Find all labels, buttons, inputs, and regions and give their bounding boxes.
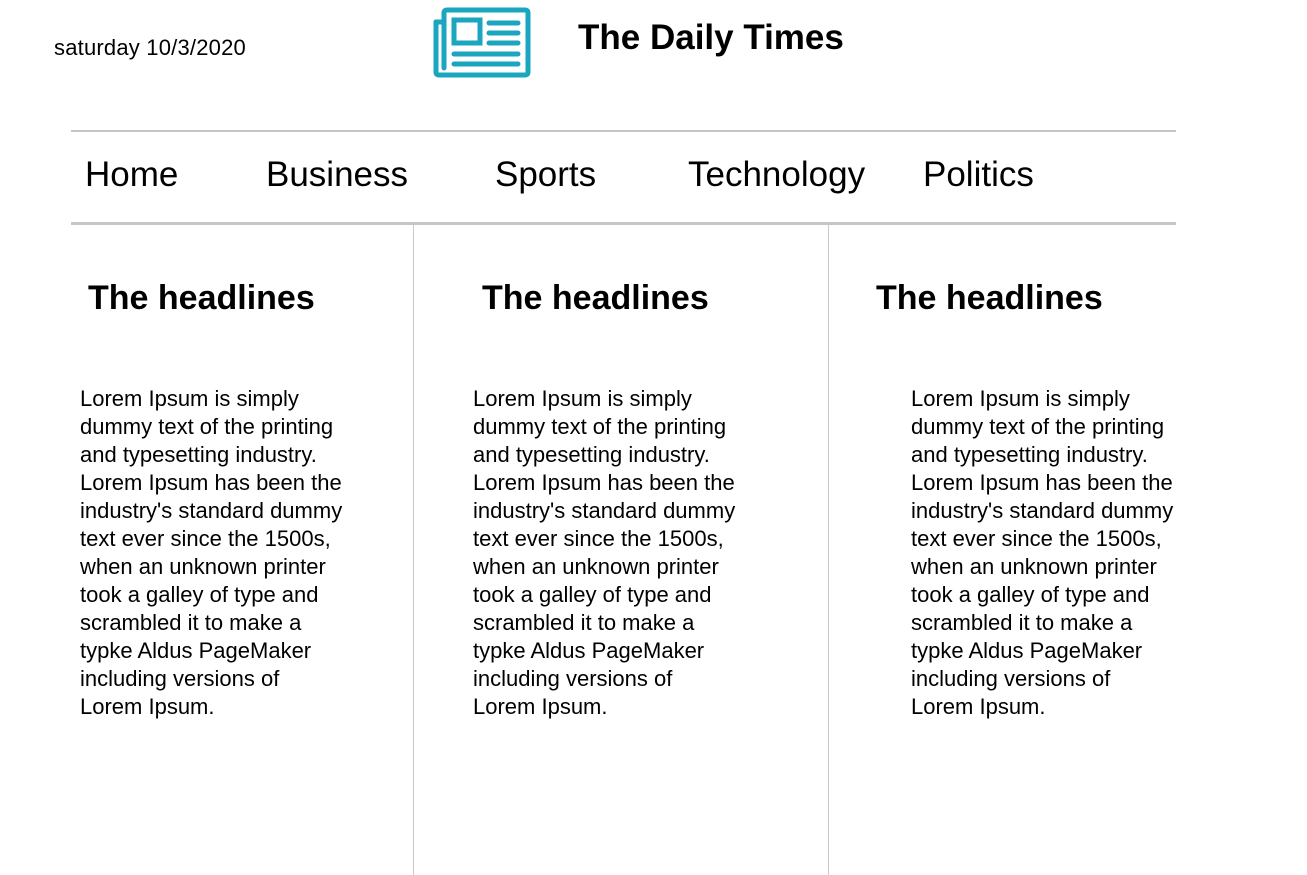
column-heading: The headlines	[88, 279, 315, 317]
column-divider	[413, 225, 414, 875]
main-nav: Home Business Sports Technology Politics	[71, 130, 1176, 225]
column-body: Lorem Ipsum is simply dummy text of the …	[911, 386, 1174, 719]
nav-item-sports[interactable]: Sports	[495, 154, 596, 196]
column-divider	[828, 225, 829, 875]
nav-item-politics[interactable]: Politics	[923, 154, 1034, 196]
column-body: Lorem Ipsum is simply dummy text of the …	[80, 386, 343, 719]
site-title: The Daily Times	[578, 18, 844, 57]
column-heading: The headlines	[482, 279, 709, 317]
date-label: saturday 10/3/2020	[54, 35, 246, 60]
column-heading: The headlines	[876, 279, 1103, 317]
column-body: Lorem Ipsum is simply dummy text of the …	[473, 386, 736, 719]
nav-item-business[interactable]: Business	[266, 154, 408, 196]
newspaper-icon	[430, 4, 534, 80]
nav-item-home[interactable]: Home	[85, 154, 178, 196]
nav-item-technology[interactable]: Technology	[688, 154, 865, 196]
